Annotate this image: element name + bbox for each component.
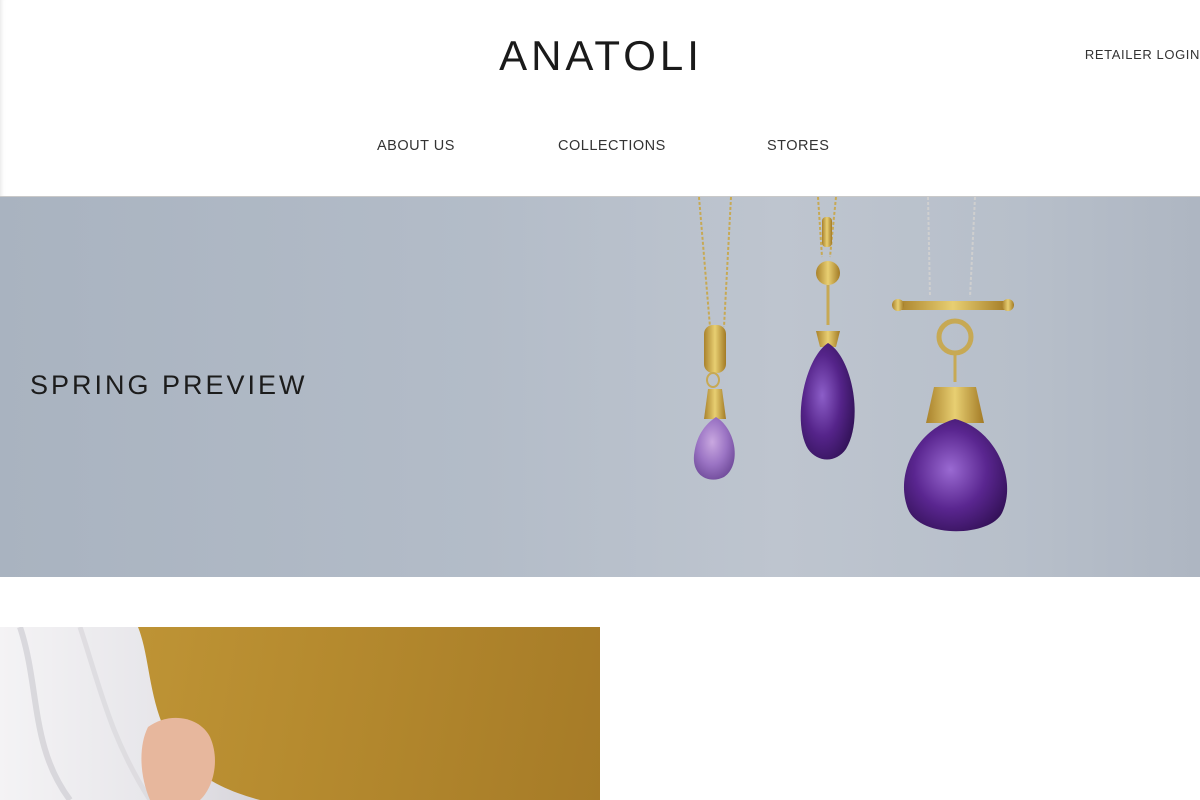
nav-collections[interactable]: COLLECTIONS [558, 138, 666, 154]
promo-image-tile[interactable] [0, 627, 600, 800]
brand-wordmark: ANATOLI [499, 32, 703, 79]
promo-photo [0, 627, 260, 800]
nav-stores[interactable]: STORES [767, 138, 829, 154]
brand-logo[interactable]: ANATOLI [470, 30, 732, 79]
retailer-login-link[interactable]: RETAILER LOGIN [1085, 47, 1200, 62]
svg-text:ANATOLI: ANATOLI [499, 32, 703, 78]
hero-title: SPRING PREVIEW [30, 370, 308, 400]
pendant-medium-amethyst [800, 197, 855, 460]
hero-banner[interactable]: SPRING PREVIEW [0, 197, 1200, 577]
site-header: ANATOLI RETAILER LOGIN ABOUT US COLLECTI… [0, 0, 1200, 197]
nav-about-us[interactable]: ABOUT US [377, 138, 455, 154]
main-nav: ABOUT US COLLECTIONS STORES [0, 138, 1200, 158]
pendant-large-amethyst [892, 197, 1014, 532]
pendant-small-amethyst [693, 197, 735, 480]
